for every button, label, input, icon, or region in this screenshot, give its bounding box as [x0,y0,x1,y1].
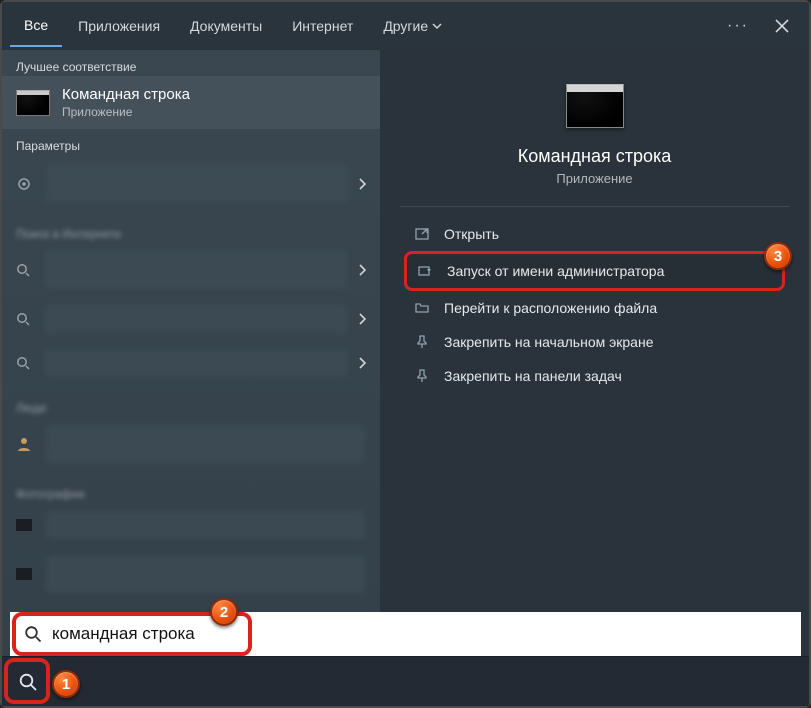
preview-app-icon [566,84,624,128]
filter-tabs: Все Приложения Документы Интернет Другие… [2,2,809,50]
search-icon [16,356,30,370]
gear-icon [16,176,32,192]
image-icon [16,568,32,580]
callout-1: 1 [52,670,80,698]
settings-list [2,155,380,219]
list-item[interactable] [2,503,380,547]
action-open-label: Открыть [444,226,499,242]
taskbar-search-button[interactable] [6,660,50,704]
actions-list: Открыть Запуск от имени администратора 3… [400,217,789,393]
preview-panel: Командная строка Приложение Открыть Запу… [380,50,809,706]
person-icon [16,436,32,452]
best-match-sub: Приложение [62,105,190,119]
preview-title: Командная строка [518,146,672,167]
list-item[interactable] [2,297,380,341]
web-results-list [2,241,380,393]
chevron-right-icon [358,178,366,190]
search-icon [24,625,42,643]
folder-icon [414,300,432,316]
list-item[interactable] [2,243,380,297]
action-run-as-admin-label: Запуск от имени администратора [447,263,664,279]
callout-3: 3 [764,242,792,270]
chevron-right-icon [358,357,366,369]
settings-header: Параметры [2,129,380,155]
best-match-text: Командная строка Приложение [62,86,190,119]
callout-2: 2 [210,598,238,626]
best-match-header: Лучшее соответствие [2,50,380,76]
action-pin-to-taskbar[interactable]: Закрепить на панели задач [404,359,785,393]
close-icon [775,19,789,33]
list-item[interactable] [2,341,380,385]
search-bar-container: 2 [10,612,801,656]
tab-all[interactable]: Все [10,5,62,47]
chevron-right-icon [358,264,366,276]
search-icon [16,312,30,326]
action-pin-start-label: Закрепить на начальном экране [444,334,654,350]
preview-subtitle: Приложение [556,171,632,186]
tab-more[interactable]: Другие [369,6,456,46]
action-run-as-admin[interactable]: Запуск от имени администратора 3 [404,251,785,291]
chevron-right-icon [358,313,366,325]
content-area: Лучшее соответствие Командная строка При… [2,50,809,706]
pin-icon [414,334,432,350]
search-bar[interactable] [10,612,801,656]
results-panel: Лучшее соответствие Командная строка При… [2,50,380,706]
action-open-file-location[interactable]: Перейти к расположению файла [404,291,785,325]
action-open-location-label: Перейти к расположению файла [444,300,657,316]
section-header-blurred: Фотографии [2,479,380,501]
more-options-button[interactable]: ··· [715,9,761,43]
tab-documents[interactable]: Документы [176,6,276,46]
image-icon [16,519,32,531]
taskbar [2,656,809,706]
tab-more-label: Другие [383,18,428,34]
tab-internet[interactable]: Интернет [278,6,367,46]
cmd-icon [16,90,50,116]
list-item[interactable] [2,157,380,211]
search-icon [18,672,38,692]
close-button[interactable] [763,11,801,41]
shield-admin-icon [417,263,435,279]
pin-icon [414,368,432,384]
photos-list [2,501,380,609]
section-header-blurred: Поиск в Интернете [2,219,380,241]
open-icon [414,226,432,242]
chevron-down-icon [432,21,442,31]
action-pin-taskbar-label: Закрепить на панели задач [444,368,622,384]
section-header-blurred: Люди [2,393,380,415]
search-window: Все Приложения Документы Интернет Другие… [2,2,809,706]
action-pin-to-start[interactable]: Закрепить на начальном экране [404,325,785,359]
people-list [2,415,380,479]
search-input[interactable] [52,624,787,644]
divider [400,206,789,207]
best-match-item[interactable]: Командная строка Приложение [2,76,380,129]
action-open[interactable]: Открыть [404,217,785,251]
list-item[interactable] [2,547,380,601]
best-match-title: Командная строка [62,86,190,103]
list-item[interactable] [2,417,380,471]
tab-apps[interactable]: Приложения [64,6,174,46]
search-icon [16,263,30,277]
